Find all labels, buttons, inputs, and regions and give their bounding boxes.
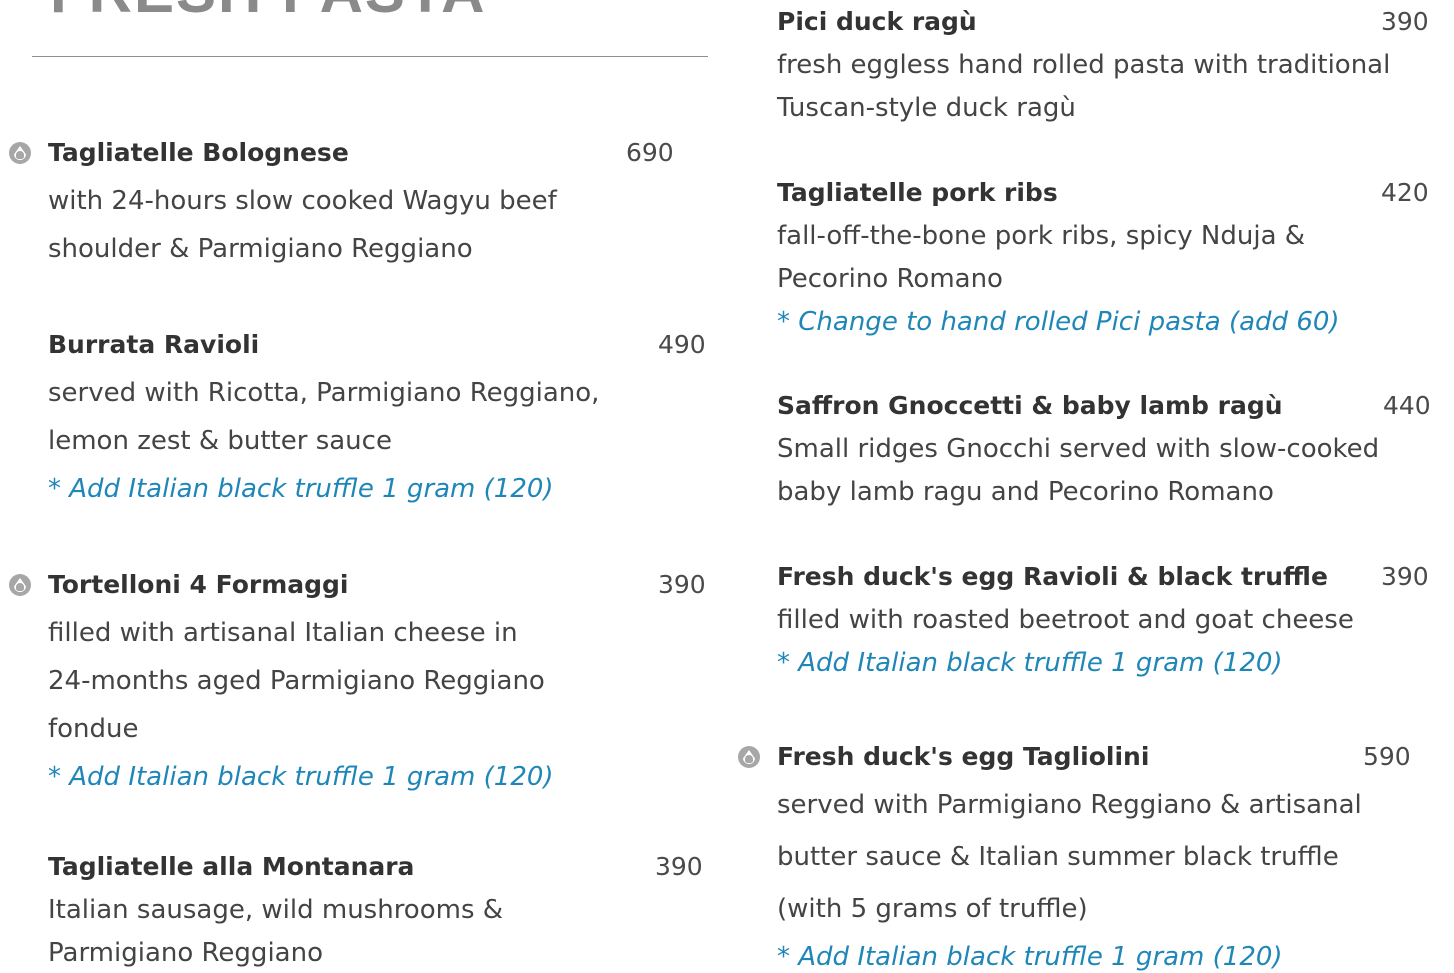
dish-description: Pecorino Romano: [777, 264, 1003, 294]
dish-name: Fresh duck's egg Tagliolini: [777, 742, 1150, 771]
dish-name: Tagliatelle Bolognese: [48, 138, 349, 167]
dish-name: Saffron Gnoccetti & baby lamb ragù: [777, 391, 1283, 420]
dish-name: Fresh duck's egg Ravioli & black truffle: [777, 562, 1328, 591]
dish-price: 440: [1383, 391, 1431, 420]
dish-description: served with Parmigiano Reggiano & artisa…: [777, 790, 1362, 820]
dish-note: * Add Italian black truffle 1 gram (120): [777, 942, 1283, 972]
dish-description: 24-months aged Parmigiano Reggiano: [48, 666, 545, 696]
dish-description: fondue: [48, 714, 139, 744]
dish-price: 690: [626, 138, 674, 167]
section-divider: [32, 56, 708, 57]
dish-description: shoulder & Parmigiano Reggiano: [48, 234, 473, 264]
section-title: FRESH PASTA: [50, 0, 486, 22]
dish-description: Parmigiano Reggiano: [48, 938, 323, 968]
dish-price: 590: [1363, 742, 1411, 771]
dish-note: * Change to hand rolled Pici pasta (add …: [777, 307, 1340, 337]
vegetarian-leaf-icon: [9, 142, 31, 164]
vegetarian-leaf-icon: [9, 574, 31, 596]
dish-price: 490: [658, 330, 706, 359]
dish-note: * Add Italian black truffle 1 gram (120): [48, 474, 554, 504]
dish-description: Tuscan-style duck ragù: [777, 93, 1076, 123]
dish-description: with 24-hours slow cooked Wagyu beef: [48, 186, 557, 216]
dish-description: butter sauce & Italian summer black truf…: [777, 842, 1339, 872]
dish-description: lemon zest & butter sauce: [48, 426, 392, 456]
dish-description: served with Ricotta, Parmigiano Reggiano…: [48, 378, 600, 408]
dish-note: * Add Italian black truffle 1 gram (120): [48, 762, 554, 792]
dish-description: fresh eggless hand rolled pasta with tra…: [777, 50, 1391, 80]
dish-name: Tortelloni 4 Formaggi: [48, 570, 349, 599]
dish-description: filled with roasted beetroot and goat ch…: [777, 605, 1354, 635]
dish-description: baby lamb ragu and Pecorino Romano: [777, 477, 1274, 507]
dish-name: Burrata Ravioli: [48, 330, 260, 359]
dish-price: 420: [1381, 178, 1429, 207]
dish-price: 390: [1381, 562, 1429, 591]
dish-name: Tagliatelle alla Montanara: [48, 852, 415, 881]
dish-description: Italian sausage, wild mushrooms &: [48, 895, 504, 925]
dish-description: fall-off-the-bone pork ribs, spicy Nduja…: [777, 221, 1306, 251]
dish-name: Tagliatelle pork ribs: [777, 178, 1058, 207]
dish-description: Small ridges Gnocchi served with slow-co…: [777, 434, 1380, 464]
dish-price: 390: [1381, 7, 1429, 36]
vegetarian-leaf-icon: [738, 746, 760, 768]
dish-name: Pici duck ragù: [777, 7, 977, 36]
dish-description: filled with artisanal Italian cheese in: [48, 618, 518, 648]
dish-note: * Add Italian black truffle 1 gram (120): [777, 648, 1283, 678]
dish-price: 390: [658, 570, 706, 599]
dish-price: 390: [655, 852, 703, 881]
dish-description: (with 5 grams of truffle): [777, 894, 1088, 924]
